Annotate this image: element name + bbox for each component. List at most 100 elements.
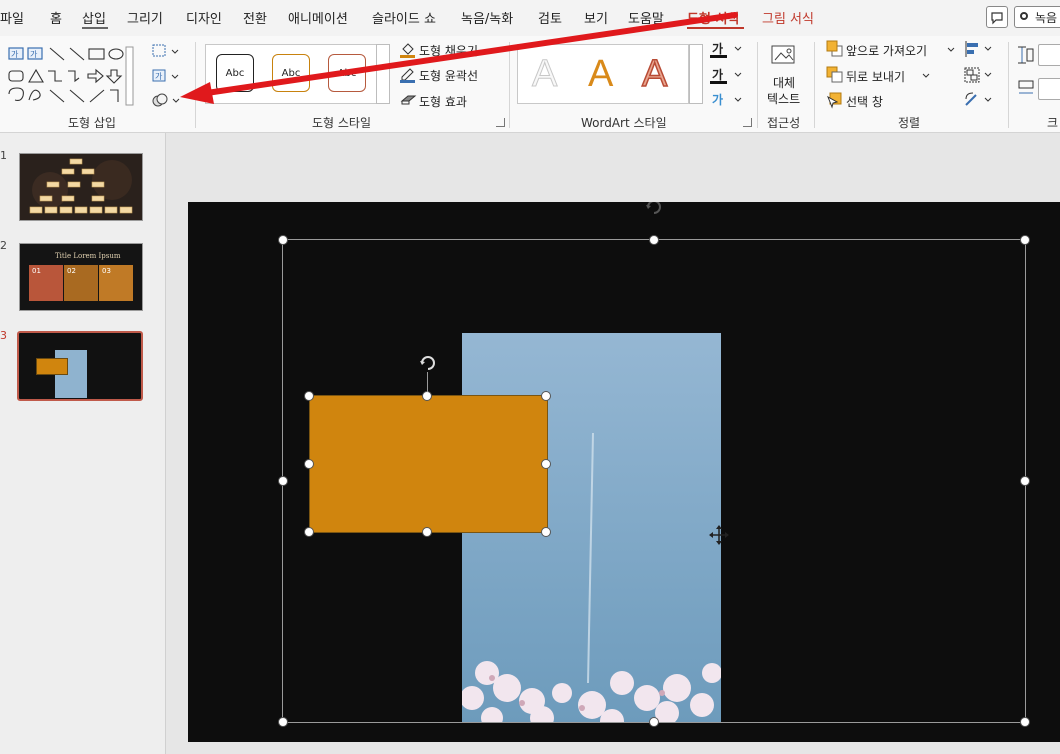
record-button[interactable]: 녹음 xyxy=(1014,6,1060,28)
resize-handle-w[interactable] xyxy=(278,476,288,486)
chevron-down-icon xyxy=(734,46,742,51)
tab-slideshow[interactable]: 슬라이드 쇼 xyxy=(372,8,436,27)
text-effects-button[interactable]: 가 xyxy=(710,91,744,109)
tab-design[interactable]: 디자인 xyxy=(186,8,222,27)
resize-handle-sw[interactable] xyxy=(278,717,288,727)
resize-handle-nw[interactable] xyxy=(278,235,288,245)
tab-animations[interactable]: 애니메이션 xyxy=(288,8,348,27)
slide-1-preview xyxy=(29,158,133,214)
align-icon xyxy=(965,41,992,57)
tab-file[interactable]: 파일 xyxy=(0,8,24,27)
style-preview-1[interactable]: Abc xyxy=(216,54,254,92)
resize-handle-ne[interactable] xyxy=(1020,235,1030,245)
bring-forward-button[interactable]: 앞으로 가져오기 xyxy=(826,40,956,58)
tab-home[interactable]: 홈 xyxy=(50,8,62,27)
shape-fill-button[interactable]: 도형 채우기 xyxy=(399,40,509,58)
text-outline-button[interactable]: 가 xyxy=(710,66,744,84)
size-group-label: 크 xyxy=(1047,116,1059,130)
divider xyxy=(1008,42,1009,128)
tab-insert[interactable]: 삽입 xyxy=(82,8,106,27)
tab-picture-format[interactable]: 그림 서식 xyxy=(762,8,814,27)
accessibility-group-label: 접근성 xyxy=(767,116,801,130)
wordart-gallery[interactable]: A A A xyxy=(517,44,689,104)
tab-draw[interactable]: 그리기 xyxy=(127,8,163,27)
merge-shapes-button[interactable] xyxy=(150,90,182,110)
style-gallery-scroll[interactable] xyxy=(376,44,390,104)
wordart-group-label: WordArt 스타일 xyxy=(581,116,667,130)
shape-handle-ne[interactable] xyxy=(541,391,551,401)
slide-2-column-3-number: 03 xyxy=(102,267,111,275)
shape-handle-s[interactable] xyxy=(422,527,432,537)
slide-thumbnail-3[interactable] xyxy=(17,331,143,401)
edit-shape-button[interactable] xyxy=(150,42,180,62)
text-fill-button[interactable]: 가 xyxy=(710,40,744,58)
shape-styles-launcher[interactable] xyxy=(496,118,505,127)
comments-button[interactable] xyxy=(986,6,1008,28)
rotate-icon xyxy=(965,92,992,106)
tab-transitions[interactable]: 전환 xyxy=(243,8,267,27)
insert-shapes-group-label: 도형 삽입 xyxy=(68,116,116,130)
slide-thumbnail-1[interactable] xyxy=(19,153,143,221)
svg-text:가: 가 xyxy=(30,50,38,59)
style-preview-3[interactable]: Abc xyxy=(328,54,366,92)
shape-handle-nw[interactable] xyxy=(304,391,314,401)
width-input[interactable] xyxy=(1038,78,1060,100)
wordart-style-3[interactable]: A xyxy=(641,52,668,96)
pen-icon xyxy=(400,68,415,83)
shape-width-field[interactable] xyxy=(1016,78,1060,100)
tab-insert-underline xyxy=(82,27,108,29)
edit-shape-icon xyxy=(152,44,179,57)
orange-rectangle-shape[interactable] xyxy=(309,395,548,533)
shape-height-field[interactable] xyxy=(1016,44,1060,66)
shape-handle-n[interactable] xyxy=(422,391,432,401)
group-button[interactable] xyxy=(963,66,995,84)
shape-handle-w[interactable] xyxy=(304,459,314,469)
chevron-down-icon xyxy=(734,97,742,102)
shape-handle-sw[interactable] xyxy=(304,527,314,537)
rotate-handle-icon[interactable] xyxy=(643,202,665,216)
height-icon xyxy=(1018,46,1034,64)
slide-thumbnail-2[interactable]: Title Lorem Ipsum 01 02 03 xyxy=(19,243,143,311)
resize-handle-se[interactable] xyxy=(1020,717,1030,727)
shape-style-gallery[interactable]: Abc Abc Abc xyxy=(205,44,390,104)
send-backward-button[interactable]: 뒤로 보내기 xyxy=(826,66,936,84)
style-preview-2[interactable]: Abc xyxy=(272,54,310,92)
rotate-button[interactable] xyxy=(963,91,995,109)
shape-outline-button[interactable]: 도형 윤곽선 xyxy=(399,65,509,83)
tab-help[interactable]: 도움말 xyxy=(628,8,664,27)
slide-2-title: Title Lorem Ipsum xyxy=(55,252,121,260)
ribbon-tab-bar: 파일 홈 삽입 그리기 디자인 전환 애니메이션 슬라이드 쇼 녹음/녹화 검토… xyxy=(0,0,1060,36)
wordart-style-1[interactable]: A xyxy=(531,53,557,96)
shape-handle-se[interactable] xyxy=(541,527,551,537)
shape-handle-e[interactable] xyxy=(541,459,551,469)
selection-pane-button[interactable]: 선택 창 xyxy=(826,91,906,109)
alt-text-label-line1: 대체 xyxy=(773,76,796,90)
slide-number-1: 1 xyxy=(0,149,7,162)
resize-handle-s[interactable] xyxy=(649,717,659,727)
height-input[interactable] xyxy=(1038,44,1060,66)
wordart-launcher[interactable] xyxy=(743,118,752,127)
ribbon: 가 가 가 도형 삽입 Abc Abc Abc 도형 채우기 도형 윤곽선 도형… xyxy=(0,36,1060,133)
tab-view[interactable]: 보기 xyxy=(584,8,608,27)
slide-3-rectangle xyxy=(36,358,68,375)
slide-canvas[interactable] xyxy=(188,202,1060,742)
tab-review[interactable]: 검토 xyxy=(538,8,562,27)
shape-outline-label: 도형 윤곽선 xyxy=(419,69,479,83)
wordart-style-2[interactable]: A xyxy=(588,53,613,96)
shape-gallery[interactable]: 가 가 xyxy=(6,44,134,108)
shape-effects-button[interactable]: 도형 효과 xyxy=(399,91,509,109)
shape-effects-label: 도형 효과 xyxy=(419,95,467,109)
svg-text:가: 가 xyxy=(155,72,163,81)
align-button[interactable] xyxy=(963,40,995,58)
resize-handle-e[interactable] xyxy=(1020,476,1030,486)
text-box-button[interactable]: 가 xyxy=(150,67,180,87)
shape-rotate-handle-icon[interactable] xyxy=(417,350,439,372)
text-effects-glyph: 가 xyxy=(712,93,724,107)
tab-shape-format[interactable]: 도형 서식 xyxy=(687,8,739,27)
alt-text-button[interactable]: 대체 텍스트 xyxy=(764,40,806,110)
tab-record[interactable]: 녹음/녹화 xyxy=(461,8,513,27)
slide-2-column-1-number: 01 xyxy=(32,267,41,275)
divider xyxy=(509,42,510,128)
wordart-gallery-scroll[interactable] xyxy=(689,44,703,104)
resize-handle-n[interactable] xyxy=(649,235,659,245)
